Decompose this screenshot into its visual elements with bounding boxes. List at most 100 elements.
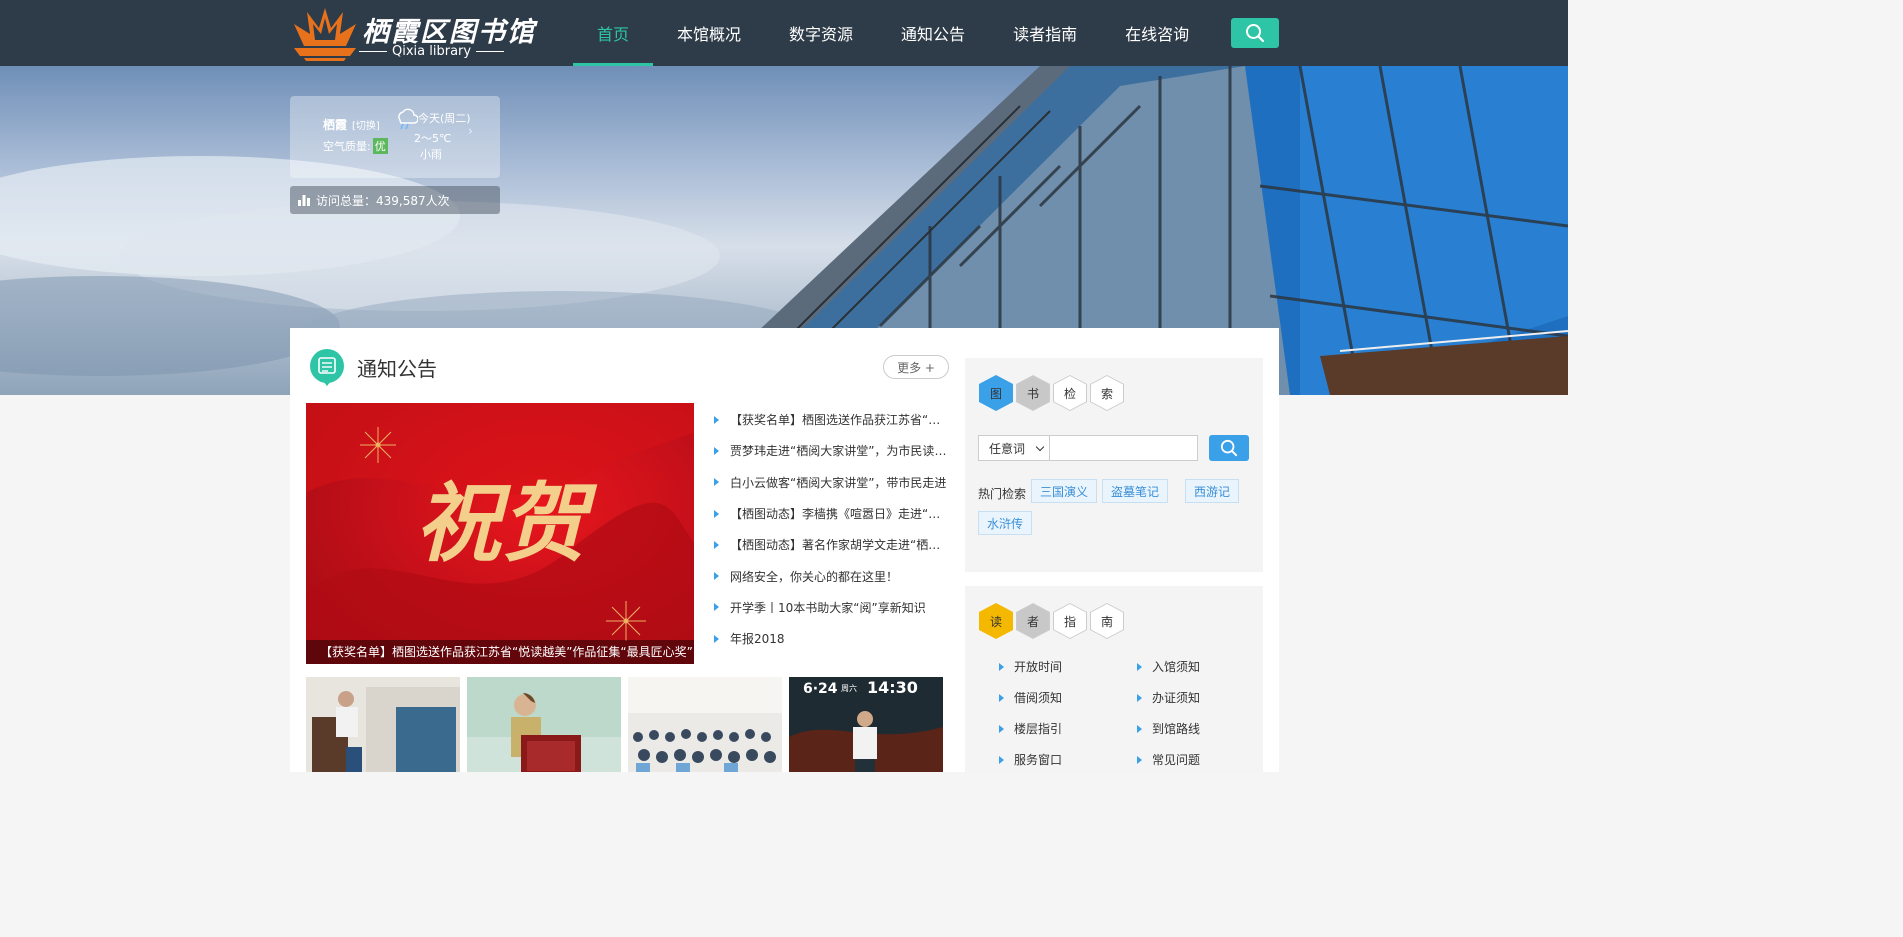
reader-guide-heading: 读 者 指 南 <box>979 603 1127 639</box>
search-field-select[interactable]: 任意词 <box>978 435 1050 461</box>
guide-link-card-application[interactable]: 办证须知 <box>1137 689 1200 706</box>
hex-badge: 者 <box>1016 603 1050 639</box>
nav-home[interactable]: 首页 <box>573 0 654 66</box>
search-field-select-value: 任意词 <box>989 441 1026 456</box>
guide-link-faq[interactable]: 常见问题 <box>1137 751 1200 768</box>
air-quality-label: 空气质量: <box>323 140 371 153</box>
news-thumbnails: 6·24 周六 14:30 <box>306 677 950 772</box>
bullet-triangle-icon <box>714 415 719 424</box>
bullet-triangle-icon <box>1137 724 1142 733</box>
news-thumbnail-3[interactable] <box>628 677 782 772</box>
reader-guide-panel: 读 者 指 南 开放时间 入馆须知 借阅须知 办证须知 楼层指引 到馆路线 服务… <box>965 586 1263 772</box>
list-item[interactable]: 网络安全，你关心的都在这里！ <box>714 560 949 591</box>
list-item[interactable]: 白小云做客“栖阅大家讲堂”，带市民走进 <box>714 467 949 498</box>
site-header: 栖霞区图书馆 Qixia library 首页 本馆概况 数字资源 通知公告 读… <box>0 0 1568 66</box>
hex-badge: 检 <box>1053 375 1087 411</box>
hex-badge: 读 <box>979 603 1013 639</box>
book-search-button[interactable] <box>1209 435 1249 461</box>
visit-counter-text: 访问总量：439,587人次 <box>316 193 450 208</box>
nav-online-consult[interactable]: 在线咨询 <box>1101 0 1213 66</box>
audience-photo <box>628 677 782 772</box>
flame-logo-icon <box>294 8 356 61</box>
list-item[interactable]: 【获奖名单】栖图选送作品获江苏省“悦读越美”作品征集“最具匠心奖”！ <box>714 404 949 435</box>
bullet-triangle-icon <box>999 693 1004 702</box>
guide-link-borrowing[interactable]: 借阅须知 <box>999 689 1062 706</box>
book-search-heading: 图 书 检 索 <box>979 375 1127 411</box>
logo-subtitle: Qixia library <box>354 44 500 59</box>
poster-time: 14:30 <box>867 678 918 697</box>
list-item[interactable]: 年报2018 <box>714 623 949 654</box>
guide-link-opening-hours[interactable]: 开放时间 <box>999 658 1062 675</box>
bullet-triangle-icon <box>999 755 1004 764</box>
notice-list: 【获奖名单】栖图选送作品获江苏省“悦读越美”作品征集“最具匠心奖”！ 贾梦玮走进… <box>714 404 949 654</box>
weather-next-arrow-icon[interactable]: › <box>468 124 473 138</box>
news-thumbnail-1[interactable] <box>306 677 460 772</box>
bullet-triangle-icon <box>999 724 1004 733</box>
feature-headline: 祝贺 <box>415 473 598 574</box>
bullet-triangle-icon <box>714 572 719 581</box>
weather-widget: 栖霞 [切换] 空气质量: 优 今天(周二) 2～5℃ 小雨 › <box>290 96 500 178</box>
guide-link-entry-notice[interactable]: 入馆须知 <box>1137 658 1200 675</box>
bullet-triangle-icon <box>1137 755 1142 764</box>
hex-badge: 指 <box>1053 603 1087 639</box>
library-logo[interactable]: 栖霞区图书馆 Qixia library <box>290 4 534 62</box>
hex-badge: 索 <box>1090 375 1124 411</box>
celebration-image: 祝贺 <box>306 403 694 664</box>
news-thumbnail-4[interactable]: 6·24 周六 14:30 <box>789 677 943 772</box>
main-nav: 首页 本馆概况 数字资源 通知公告 读者指南 在线咨询 <box>573 0 1213 66</box>
search-icon <box>1246 24 1265 43</box>
hot-tag[interactable]: 水浒传 <box>978 511 1033 535</box>
bullet-triangle-icon <box>1137 662 1142 671</box>
weather-city: 栖霞 <box>323 118 348 132</box>
weather-condition: 小雨 <box>420 148 442 161</box>
hot-search-label: 热门检索 <box>978 487 1027 501</box>
lecture-photo-1 <box>306 677 460 772</box>
bullet-triangle-icon <box>714 478 719 487</box>
list-item[interactable]: 开学季丨10本书助大家“阅”享新知识 <box>714 592 949 623</box>
bar-chart-icon <box>298 195 310 206</box>
notice-section-title: 通知公告 <box>357 356 437 381</box>
nav-reader-guide[interactable]: 读者指南 <box>989 0 1101 66</box>
guide-link-directions[interactable]: 到馆路线 <box>1137 720 1200 737</box>
bullet-triangle-icon <box>714 509 719 518</box>
news-thumbnail-2[interactable] <box>467 677 621 772</box>
hex-badge: 图 <box>979 375 1013 411</box>
lecture-photo-2 <box>467 677 621 772</box>
weather-temperature: 2～5℃ <box>414 132 452 145</box>
nav-digital-resources[interactable]: 数字资源 <box>765 0 877 66</box>
chevron-down-icon <box>1035 442 1045 452</box>
hex-badge: 南 <box>1090 603 1124 639</box>
featured-news-caption: 【获奖名单】栖图选送作品获江苏省“悦读越美”作品征集“最具匠心奖”！ <box>306 640 694 664</box>
notice-more-button[interactable]: 更多 + <box>883 355 949 379</box>
search-icon <box>1220 439 1238 457</box>
air-quality: 空气质量: 优 <box>323 138 388 154</box>
weather-day: 今天(周二) <box>418 112 471 125</box>
hot-tag[interactable]: 西游记 <box>1185 479 1240 503</box>
nav-about[interactable]: 本馆概况 <box>653 0 765 66</box>
header-search-button[interactable] <box>1231 18 1279 48</box>
bullet-triangle-icon <box>999 662 1004 671</box>
notice-icon <box>310 349 344 386</box>
book-search-panel: 图 书 检 索 任意词 热门检索 三国演义 盗墓笔记 西游记 水浒传 <box>965 358 1263 572</box>
featured-news-image[interactable]: 祝贺 【获奖名单】栖图选送作品获江苏省“悦读越美”作品征集“最具匠心奖”！ <box>306 403 694 664</box>
guide-link-service-window[interactable]: 服务窗口 <box>999 751 1062 768</box>
visit-counter: 访问总量：439,587人次 <box>290 186 500 214</box>
bullet-triangle-icon <box>1137 693 1142 702</box>
list-item[interactable]: 【栖图动态】李樯携《喧嚣日》走进“栖阅大家讲堂” <box>714 498 949 529</box>
nav-notices[interactable]: 通知公告 <box>877 0 989 66</box>
weather-switch-link[interactable]: [切换] <box>352 117 380 132</box>
bullet-triangle-icon <box>714 446 719 455</box>
book-search-input[interactable] <box>1049 435 1198 461</box>
hot-tag[interactable]: 三国演义 <box>1031 479 1098 503</box>
hot-tag[interactable]: 盗墓笔记 <box>1102 479 1169 503</box>
bullet-triangle-icon <box>714 634 719 643</box>
bullet-triangle-icon <box>714 603 719 612</box>
list-item[interactable]: 【栖图动态】著名作家胡学文走进“栖阅大家讲堂” <box>714 529 949 560</box>
bullet-triangle-icon <box>714 540 719 549</box>
hex-badge: 书 <box>1016 375 1050 411</box>
guide-link-floor-guide[interactable]: 楼层指引 <box>999 720 1062 737</box>
poster-date: 6·24 <box>803 681 838 697</box>
list-item[interactable]: 贾梦玮走进“栖阅大家讲堂”，为市民读者分享 <box>714 435 949 466</box>
notice-section-header: 通知公告 <box>308 348 437 386</box>
main-content: 通知公告 更多 + 祝贺 【获奖名单】栖图选送作品获江苏省“悦读越美”作品征集“… <box>290 328 1279 772</box>
